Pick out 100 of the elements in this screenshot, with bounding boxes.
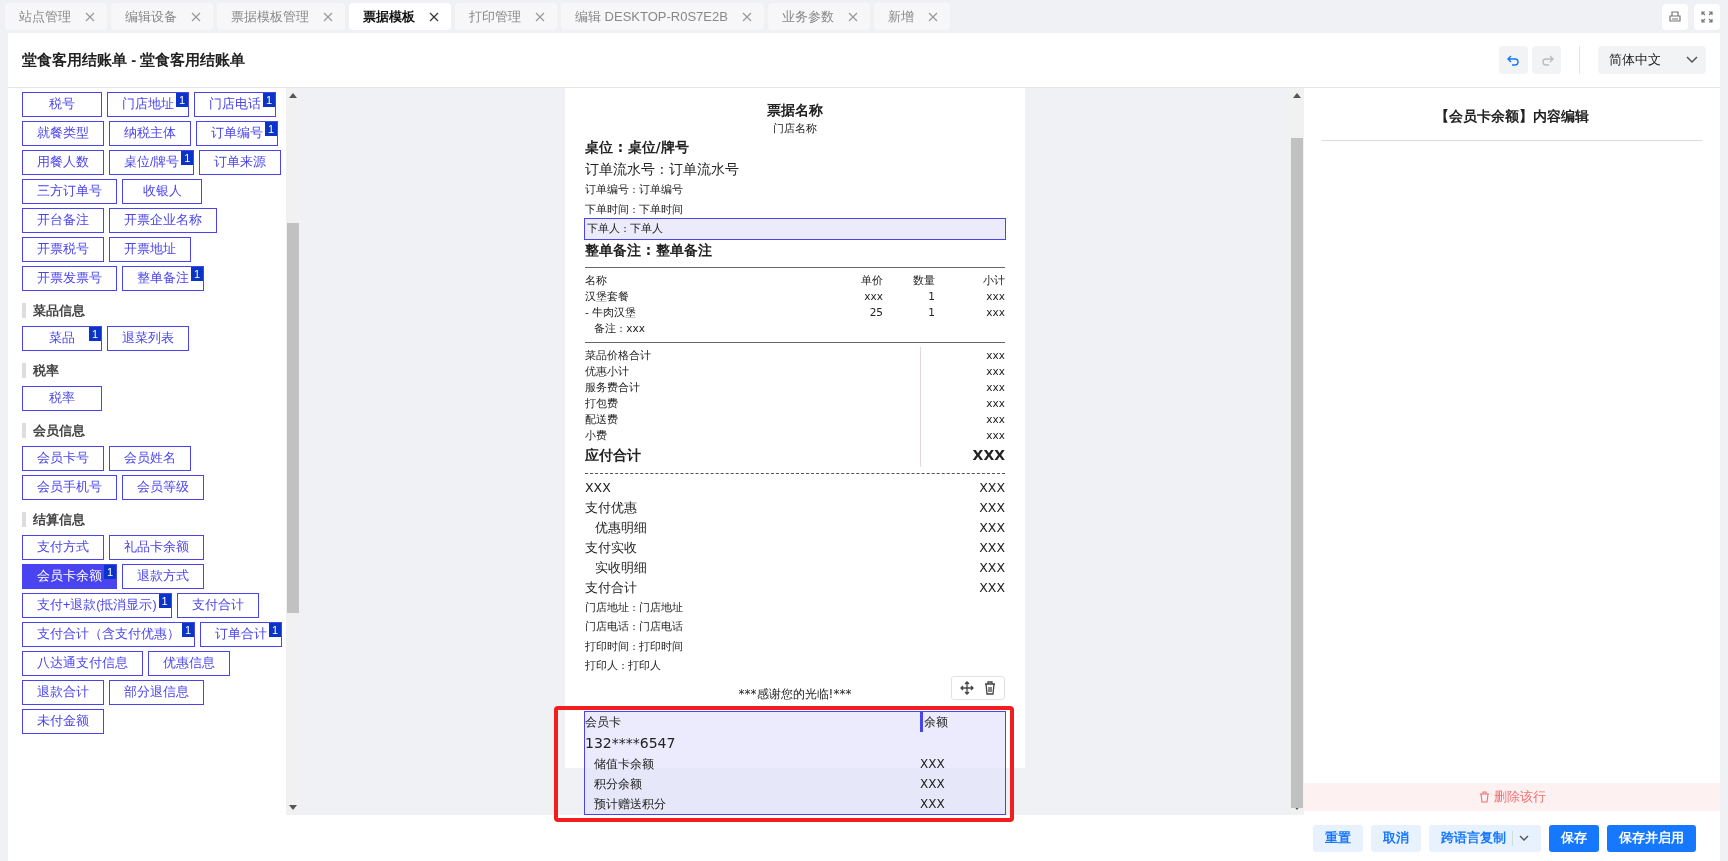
field-button[interactable]: 开票企业名称 xyxy=(109,208,217,233)
receipt-line[interactable]: 整单备注 : 整单备注 xyxy=(585,238,1005,261)
field-button[interactable]: 会员卡余额 1 xyxy=(22,564,117,589)
field-button[interactable]: 支付合计（含支付优惠） 1 xyxy=(22,622,195,647)
tab[interactable]: 打印管理 xyxy=(455,3,557,30)
field-button[interactable]: 整单备注 1 xyxy=(122,266,204,291)
summary-value: XXX xyxy=(920,442,1005,467)
action-button[interactable]: 保存并启用 xyxy=(1607,824,1696,852)
receipt-line[interactable]: 订单编号 : 订单编号 xyxy=(585,180,1005,200)
tab[interactable]: 业务参数 xyxy=(767,3,870,30)
field-button[interactable]: 订单合计 1 xyxy=(200,622,282,647)
fullscreen-button[interactable] xyxy=(1694,3,1720,30)
printer-button[interactable] xyxy=(1662,3,1688,30)
count-badge: 1 xyxy=(190,267,203,281)
payment-label: 支付合计 xyxy=(585,578,637,597)
balance-label: 预计赠送积分 xyxy=(593,795,667,813)
member-card-block[interactable]: 会员卡 余额 132****6547 储值卡余额 XXX 积分余额 XXX 预计赠送积分 XXX xyxy=(585,711,1005,814)
fullscreen-icon xyxy=(1700,9,1714,24)
field-button[interactable]: 八达通支付信息 xyxy=(22,651,143,676)
field-button[interactable]: 菜品 1 xyxy=(22,326,102,351)
table-cell-text: 1 xyxy=(927,288,935,304)
column-header: 名称 xyxy=(585,272,608,288)
receipt-line[interactable]: 订单流水号 : 订单流水号 xyxy=(585,158,1005,180)
field-button[interactable]: 开票税号 xyxy=(22,237,104,262)
field-button[interactable]: 部分退信息 xyxy=(109,680,204,705)
summary-value: xxx xyxy=(920,378,1005,395)
phone-number: 132****6547 xyxy=(585,733,677,753)
table-cell-text: xxx xyxy=(985,304,1005,320)
undo-button[interactable] xyxy=(1499,46,1528,74)
receipt-line[interactable]: 门店地址 : 门店地址 xyxy=(585,597,1005,617)
field-button[interactable]: 退款合计 xyxy=(22,680,104,705)
move-icon[interactable] xyxy=(960,680,974,695)
field-button[interactable]: 门店电话 1 xyxy=(194,92,276,117)
printer-icon xyxy=(1668,9,1682,24)
field-button[interactable]: 开台备注 xyxy=(22,208,104,233)
field-button[interactable]: 税率 xyxy=(22,386,102,411)
payment-value: XXX xyxy=(979,498,1005,517)
action-button[interactable]: 重置 xyxy=(1313,824,1363,852)
field-button[interactable]: 支付合计 xyxy=(176,593,259,618)
balance-value: XXX xyxy=(920,795,946,813)
field-button[interactable]: 会员手机号 xyxy=(22,475,117,500)
field-button[interactable]: 优惠信息 xyxy=(148,651,230,676)
field-button[interactable]: 纳税主体 xyxy=(109,121,191,146)
field-button[interactable]: 税号 xyxy=(22,92,102,117)
field-button[interactable]: 开票地址 xyxy=(109,237,191,262)
field-button[interactable]: 未付金额 xyxy=(22,709,104,734)
receipt-line[interactable]: 门店电话 : 门店电话 xyxy=(585,617,1005,637)
receipt-line[interactable]: 下单时间 : 下单时间 xyxy=(585,199,1005,219)
field-button[interactable]: 收银人 xyxy=(122,179,202,204)
receipt-line[interactable]: 打印人 : 打印人 xyxy=(585,656,1005,676)
field-button[interactable]: 退款方式 xyxy=(122,564,204,589)
summary-value: xxx xyxy=(920,394,1005,411)
field-button[interactable]: 支付方式 xyxy=(22,535,104,560)
field-button[interactable]: 订单来源 xyxy=(199,150,282,175)
chevron-down-icon xyxy=(1519,834,1529,842)
scrollbar[interactable] xyxy=(1290,88,1304,815)
tab[interactable]: 票据模板 xyxy=(349,3,451,30)
close-icon[interactable] xyxy=(429,11,439,22)
field-button[interactable]: 会员姓名 xyxy=(109,446,191,471)
table-cell-text: xxx xyxy=(985,288,1005,304)
field-button[interactable]: 礼品卡余额 xyxy=(109,535,204,560)
action-button[interactable]: 取消 xyxy=(1371,824,1421,852)
column-header: 会员卡 xyxy=(585,713,622,731)
undo-icon xyxy=(1505,53,1522,67)
page-title: 堂食客用结账单 - 堂食客用结账单 xyxy=(22,50,246,70)
table-cell-text: xxx xyxy=(863,288,883,304)
field-button[interactable]: 订单编号 1 xyxy=(196,121,278,146)
summary-label: 配送费 xyxy=(585,411,618,427)
field-button[interactable]: 支付+退款(抵消显示) 1 xyxy=(22,593,172,618)
receipt-line[interactable]: 打印时间 : 打印时间 xyxy=(585,636,1005,656)
column-header: 余额 xyxy=(920,711,1005,732)
count-badge: 1 xyxy=(103,565,116,579)
tab[interactable]: 站点管理 xyxy=(5,3,107,30)
scrollbar[interactable] xyxy=(286,88,300,815)
field-button[interactable]: 开票发票号 xyxy=(22,266,117,291)
tab[interactable]: 票据模板管理 xyxy=(217,3,345,30)
field-button[interactable]: 用餐人数 xyxy=(22,150,104,175)
action-button[interactable]: 保存 xyxy=(1549,824,1599,852)
field-button[interactable]: 就餐类型 xyxy=(22,121,104,146)
table-cell-text: - 牛肉汉堡 xyxy=(585,304,638,320)
field-button[interactable]: 会员等级 xyxy=(122,475,204,500)
language-select[interactable]: 简体中文 xyxy=(1598,46,1706,74)
tab[interactable]: 新增 xyxy=(873,3,950,30)
trash-icon[interactable] xyxy=(984,680,996,695)
field-button[interactable]: 门店地址 1 xyxy=(107,92,189,117)
payment-value: XXX xyxy=(979,578,1005,597)
balance-label: 储值卡余额 xyxy=(593,755,655,773)
tab[interactable]: 编辑 DESKTOP-R0S7E2B xyxy=(561,3,764,30)
field-button[interactable]: 三方订单号 xyxy=(22,179,117,204)
field-button[interactable]: 会员卡号 xyxy=(22,446,104,471)
receipt-line[interactable]: 桌位 : 桌位/牌号 xyxy=(585,136,1005,158)
field-button[interactable]: 桌位/牌号 1 xyxy=(109,150,195,175)
balance-value: XXX xyxy=(920,775,946,793)
payment-value: XXX xyxy=(979,538,1005,557)
trash-icon xyxy=(1478,791,1490,803)
dropdown-button[interactable]: 跨语言复制 xyxy=(1429,824,1541,852)
field-button[interactable]: 退菜列表 xyxy=(107,326,189,351)
tab[interactable]: 编辑设备 xyxy=(111,3,213,30)
thanks-text: ***感谢您的光临!*** xyxy=(737,685,853,703)
summary-label: 菜品价格合计 xyxy=(585,347,651,363)
